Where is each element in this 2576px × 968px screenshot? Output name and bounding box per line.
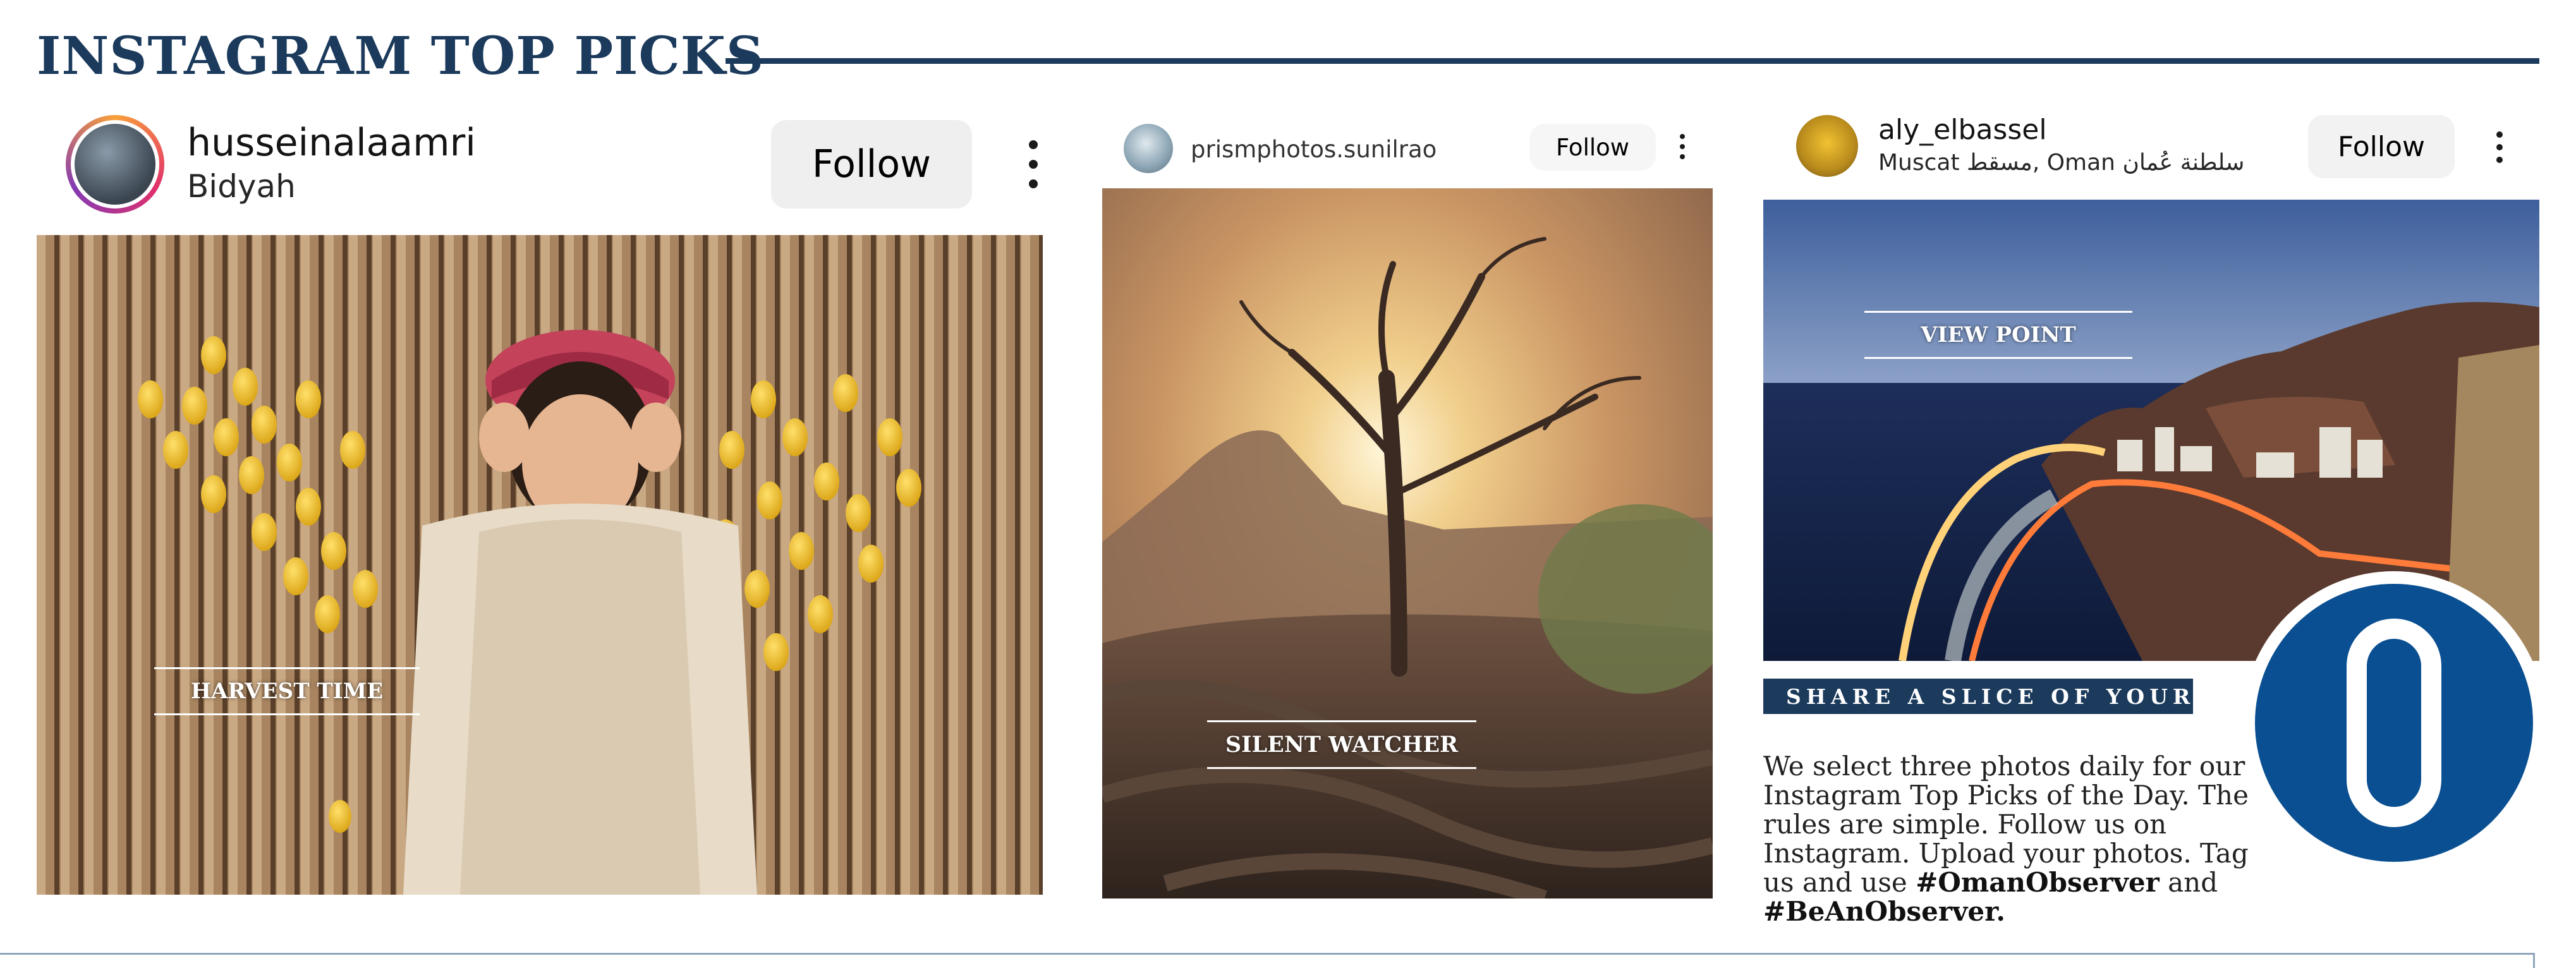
- post-1-location[interactable]: Bidyah: [187, 171, 296, 202]
- logo-letter-o-icon: [2347, 619, 2441, 827]
- hashtag-oman-observer[interactable]: #OmanObserver: [1916, 867, 2160, 898]
- post-1-avatar[interactable]: [66, 115, 164, 214]
- share-body-and: and: [2159, 867, 2218, 898]
- post-3-follow-button[interactable]: Follow: [2308, 115, 2455, 178]
- title-rule: [726, 58, 2539, 64]
- post-3-avatar[interactable]: [1796, 115, 1858, 177]
- harvest-photo: [37, 235, 1043, 895]
- post-1-username[interactable]: husseinalaamri: [187, 124, 476, 162]
- post-2-photo[interactable]: SILENT WATCHER: [1102, 188, 1713, 898]
- share-banner-text: SHARE A SLICE OF YOUR LIFE: [1786, 684, 2283, 709]
- post-2-caption: SILENT WATCHER: [1207, 720, 1476, 769]
- post-2-follow-button[interactable]: Follow: [1529, 124, 1656, 171]
- footer-tick: [2533, 953, 2535, 968]
- oman-observer-logo: [2242, 571, 2546, 874]
- post-1-caption: HARVEST TIME: [154, 667, 420, 715]
- post-2-username[interactable]: prismphotos.sunilrao: [1191, 138, 1437, 161]
- post-1-more-vertical-icon[interactable]: [1023, 140, 1044, 188]
- footer-rule: [0, 953, 2534, 955]
- section-title: INSTAGRAM TOP PICKS: [37, 26, 765, 87]
- post-2-more-vertical-icon[interactable]: [1677, 134, 1687, 159]
- post-2-avatar[interactable]: [1124, 124, 1173, 173]
- silent-watcher-photo: [1102, 188, 1713, 898]
- post-3-location[interactable]: Muscat مسقط, Oman سلطنة عُمان: [1878, 152, 2244, 174]
- share-body: We select three photos daily for our Ins…: [1763, 752, 2281, 926]
- logo-inner-circle: [2255, 584, 2533, 862]
- post-3-username[interactable]: aly_elbassel: [1878, 116, 2047, 144]
- post-3-more-vertical-icon[interactable]: [2493, 131, 2506, 163]
- share-banner: SHARE A SLICE OF YOUR LIFE: [1763, 679, 2278, 714]
- hashtag-be-an-observer[interactable]: #BeAnObserver.: [1763, 896, 2005, 927]
- post-1-follow-button[interactable]: Follow: [771, 120, 972, 209]
- post-1-photo[interactable]: HARVEST TIME: [37, 235, 1043, 895]
- post-3-caption: VIEW POINT: [1864, 311, 2132, 359]
